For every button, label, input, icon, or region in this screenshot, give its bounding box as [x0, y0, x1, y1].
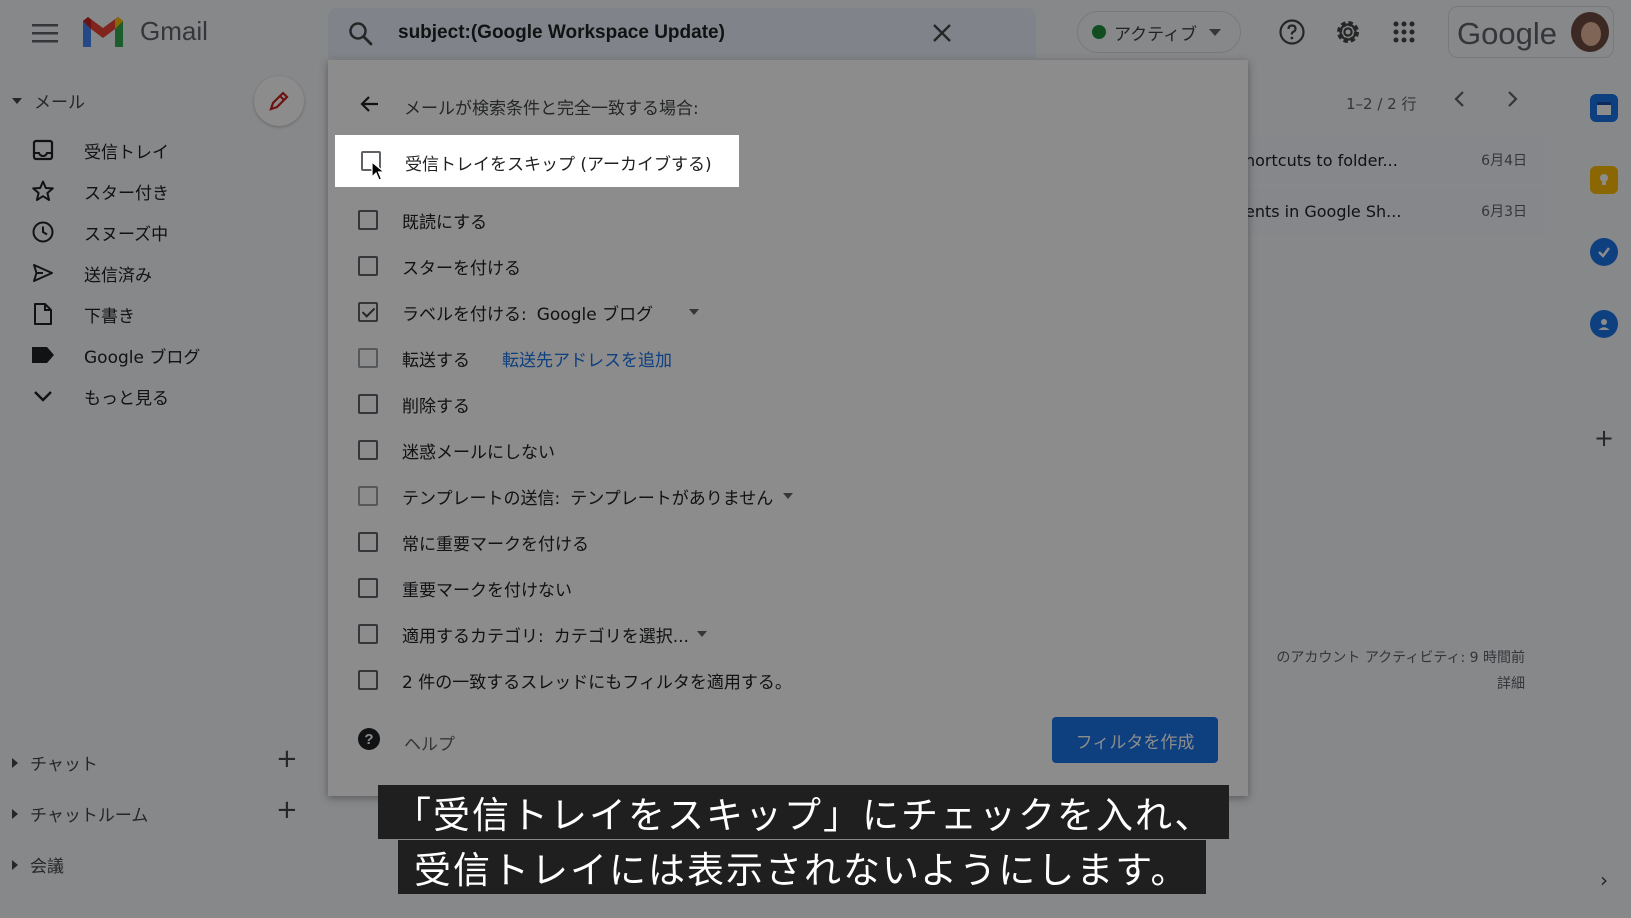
subtitle-line-2: 受信トレイには表示されないようにします。 [398, 840, 1206, 894]
option-skip-inbox[interactable]: 受信トレイをスキップ (アーカイブする) [335, 135, 739, 187]
subtitle-line-1: 「受信トレイをスキップ」にチェックを入れ、 [378, 785, 1230, 839]
mouse-pointer-icon [371, 161, 385, 181]
option-label: 受信トレイをスキップ (アーカイブする) [405, 155, 712, 175]
